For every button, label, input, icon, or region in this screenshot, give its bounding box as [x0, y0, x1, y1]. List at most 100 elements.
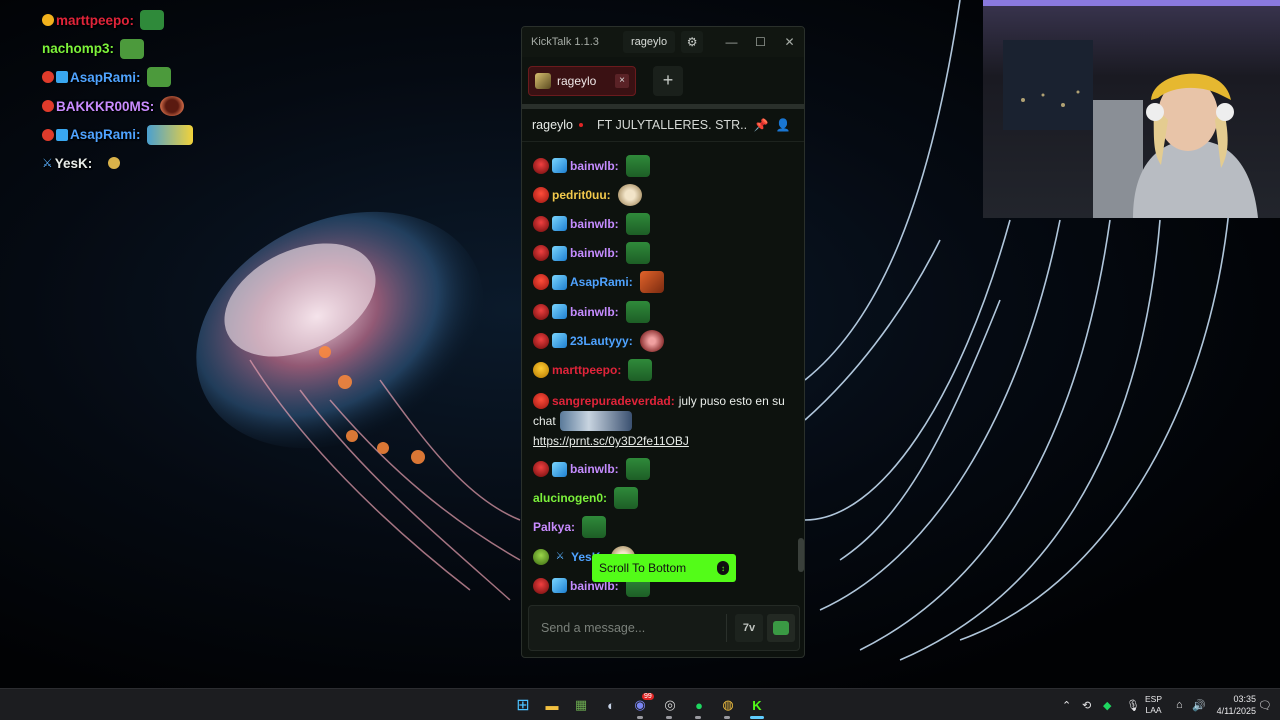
overlay-username: AsapRami: — [70, 69, 141, 85]
webcam-feed — [983, 0, 1280, 218]
username[interactable]: pedrit0uu: — [552, 188, 611, 202]
cube-badge-icon — [552, 216, 567, 232]
title-bar[interactable]: KickTalk 1.1.3 rageylo ⚙ — ☐ ✕ — [522, 27, 804, 57]
chat-message[interactable]: bainwlb: — [533, 455, 798, 484]
sub-badge-icon — [533, 332, 549, 349]
account-chip[interactable]: rageylo — [623, 31, 676, 53]
overlay-chat-line: AsapRami: — [42, 120, 262, 149]
user-icon[interactable]: 👤 — [775, 118, 791, 132]
minimize-icon[interactable]: — — [717, 35, 746, 49]
gear-icon[interactable]: ⚙ — [681, 31, 704, 53]
sub-badge-icon — [42, 128, 54, 141]
overlay-username: nachomp3: — [42, 41, 115, 57]
notification-icon[interactable]: 🗨 — [1258, 689, 1272, 720]
kick-icon[interactable]: K — [747, 695, 767, 715]
frog-emote-icon — [625, 242, 650, 265]
username[interactable]: alucinogen0: — [533, 491, 607, 505]
scroll-to-bottom-button[interactable]: Scroll To Bottom ↕ — [592, 554, 736, 582]
username[interactable]: sangrepuradeverdad: — [552, 394, 675, 408]
chat-message[interactable]: pedrit0uu: — [533, 180, 798, 209]
channel-name[interactable]: rageylo — [532, 118, 573, 132]
running-indicator — [695, 716, 701, 719]
frog-emote-icon — [628, 358, 653, 381]
chat-messages[interactable]: bainwlb: pedrit0uu: bainwlb: bainwlb: AsapRa… — [522, 151, 798, 601]
username[interactable]: bainwlb: — [570, 217, 619, 231]
sub-badge-icon — [533, 215, 549, 232]
sync-icon[interactable]: ⟲ — [1082, 689, 1091, 720]
sub-badge-icon — [42, 100, 54, 113]
chat-message[interactable]: bainwlb: — [533, 239, 798, 268]
chat-message[interactable]: AsapRami: — [533, 268, 798, 297]
frog-emote-icon — [582, 516, 607, 539]
username[interactable]: AsapRami: — [570, 275, 633, 289]
chat-message[interactable]: marttpeepo: — [533, 355, 798, 384]
chat-message[interactable]: bainwlb: — [533, 297, 798, 326]
chat-message[interactable]: sangrepuradeverdad: july puso esto en su … — [533, 385, 798, 455]
username[interactable]: marttpeepo: — [552, 363, 621, 377]
scrollbar-thumb[interactable] — [798, 538, 804, 572]
microphone-icon[interactable]: 🎙 — [1126, 689, 1140, 720]
face-emote-icon — [160, 96, 185, 117]
tab-rageylo[interactable]: rageylo × — [528, 65, 636, 96]
tab-bar: rageylo × + — [522, 57, 804, 109]
username[interactable]: 23Lautyyy: — [570, 334, 633, 348]
network-icon[interactable]: ⌂ — [1176, 689, 1183, 720]
chat-message[interactable]: bainwlb: — [533, 151, 798, 180]
chevron-up-icon[interactable]: ⌃ — [1062, 689, 1071, 720]
username[interactable]: bainwlb: — [570, 246, 619, 260]
chat-message[interactable]: alucinogen0: — [533, 484, 798, 513]
stream-title: FT JULYTALLERES. STR... — [597, 118, 747, 132]
overlay-username: marttpeepo: — [56, 12, 135, 28]
frog-emote-icon — [140, 10, 165, 31]
windows-start-icon[interactable]: ⊞ — [513, 695, 533, 715]
tab-label: rageylo — [557, 73, 597, 88]
username[interactable]: bainwlb: — [570, 159, 619, 173]
seventv-emote-button[interactable]: 7v — [735, 614, 763, 642]
pin-icon[interactable]: 📌 — [753, 118, 769, 132]
emote-picker-button[interactable] — [767, 614, 795, 642]
clock[interactable]: 03:35 4/11/2025 — [1206, 693, 1256, 717]
file-explorer-icon[interactable]: ▬ — [542, 695, 562, 715]
minion-emote-icon — [146, 124, 193, 145]
add-tab-button[interactable]: + — [653, 65, 683, 96]
orange-emote-icon — [639, 271, 664, 294]
minecraft-icon[interactable]: ▦ — [571, 695, 591, 715]
cube-badge-icon — [552, 245, 567, 261]
avatar — [535, 72, 551, 89]
running-indicator — [637, 716, 643, 719]
active-indicator — [750, 716, 764, 719]
username[interactable]: bainwlb: — [570, 462, 619, 476]
sub-badge-icon — [533, 303, 549, 320]
spotify-icon[interactable]: ● — [689, 695, 709, 715]
sub2-badge-icon — [533, 274, 549, 291]
cube-badge-icon — [552, 274, 567, 290]
message-link[interactable]: https://prnt.sc/0y3D2fe11OBJ — [533, 434, 689, 448]
obs-icon[interactable]: ◎ — [660, 695, 680, 715]
overlay-chat-line: marttpeepo: — [42, 6, 262, 35]
chat-message[interactable]: bainwlb: — [533, 209, 798, 238]
chat-message[interactable]: 23Lautyyy: — [533, 326, 798, 355]
tray-app-icon[interactable]: ◆ — [1103, 689, 1111, 720]
steam-icon[interactable]: ◐ — [601, 695, 621, 715]
volume-icon[interactable]: 🔊 — [1192, 689, 1206, 720]
chat-scrollbar[interactable] — [798, 151, 804, 601]
username[interactable]: Palkya: — [533, 520, 575, 534]
message-input[interactable]: Send a message... — [541, 621, 726, 635]
chrome-icon[interactable]: ◍ — [718, 695, 738, 715]
chat-message[interactable]: Palkya: — [533, 513, 798, 542]
frog-emote-icon — [773, 621, 789, 635]
language-indicator[interactable]: ESP LAA — [1145, 694, 1162, 716]
kicktalk-window: KickTalk 1.1.3 rageylo ⚙ — ☐ ✕ rageylo ×… — [521, 26, 805, 658]
app-title: KickTalk 1.1.3 — [531, 36, 599, 48]
username[interactable]: bainwlb: — [570, 305, 619, 319]
cube-badge-icon — [552, 461, 567, 477]
maximize-icon[interactable]: ☐ — [746, 35, 775, 49]
cube-badge-icon — [56, 71, 68, 84]
date-label: 4/11/2025 — [1216, 706, 1256, 716]
cube-badge-icon — [552, 158, 567, 174]
sub-badge-icon — [42, 71, 54, 84]
close-tab-icon[interactable]: × — [615, 73, 629, 88]
overlay-chat-line: nachomp3: — [42, 35, 262, 64]
discord-notification-badge: 99 — [642, 693, 654, 700]
close-icon[interactable]: ✕ — [775, 35, 804, 49]
